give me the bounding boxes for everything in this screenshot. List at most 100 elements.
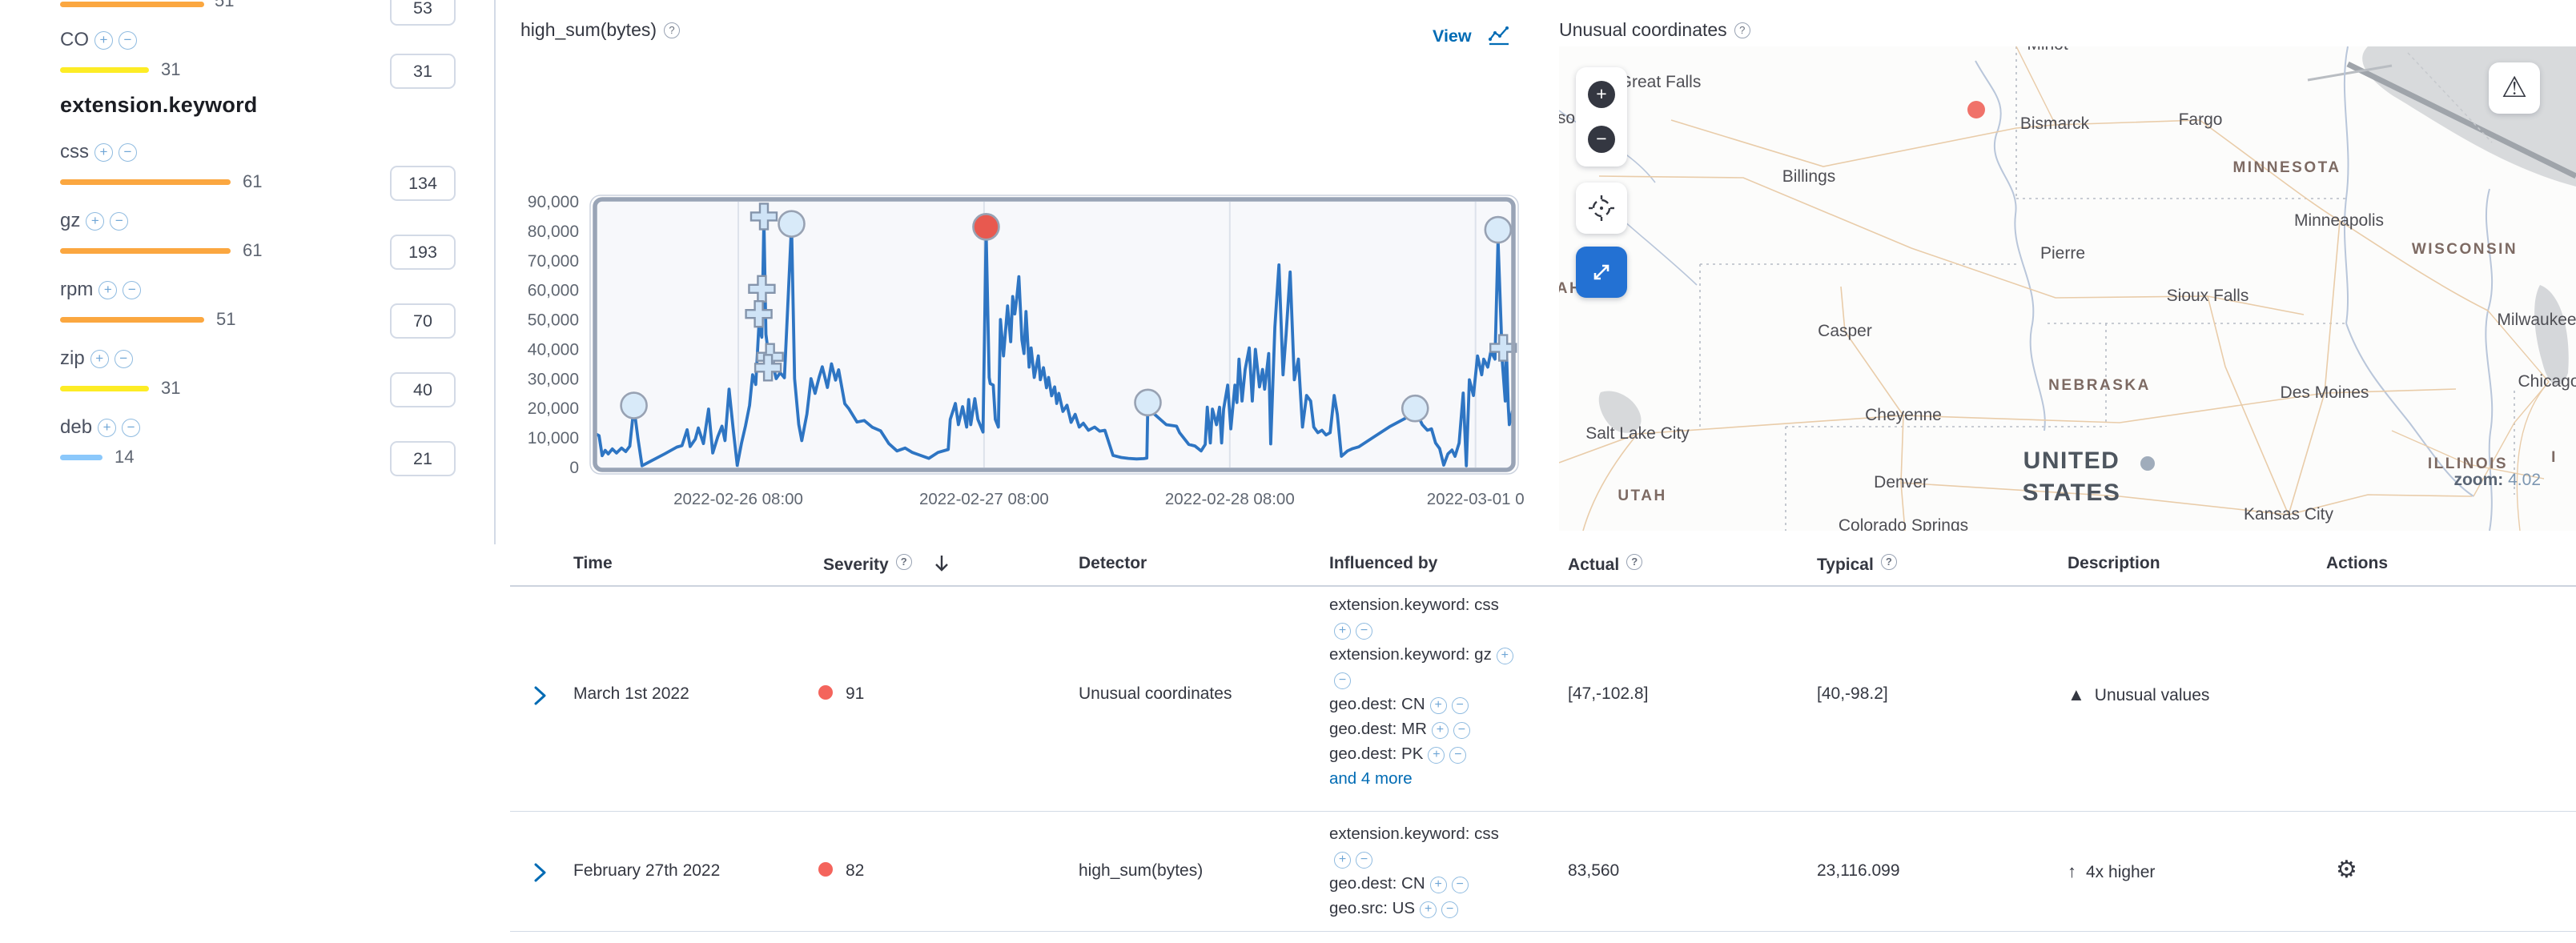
map-state-label: I xyxy=(2551,449,2558,467)
map-warning-button[interactable]: ⚠ xyxy=(2489,62,2540,114)
col-header-typical[interactable]: Typical? xyxy=(1817,554,1897,575)
anomaly-marker-critical[interactable] xyxy=(973,214,999,239)
filter-remove-icon[interactable]: − xyxy=(1356,852,1372,869)
col-header-description: Description xyxy=(2068,554,2160,573)
map-expand-button[interactable] xyxy=(1576,247,1627,298)
influencer-bar xyxy=(60,386,149,391)
map-zoom-in-button[interactable]: + xyxy=(1588,81,1615,108)
map-city-label: Cheyenne xyxy=(1865,406,1942,425)
filter-add-icon[interactable]: + xyxy=(94,143,113,162)
table-row[interactable]: February 27th 2022 82 high_sum(bytes) ex… xyxy=(494,812,2576,932)
help-icon[interactable]: ? xyxy=(896,554,912,570)
col-header-actual[interactable]: Actual? xyxy=(1568,554,1642,575)
map-locate-button[interactable] xyxy=(1576,183,1627,234)
anomaly-marker-warning[interactable] xyxy=(779,211,805,237)
row-actions-gear-icon[interactable]: ⚙ xyxy=(2336,858,2357,882)
filter-remove-icon[interactable]: − xyxy=(1334,672,1351,689)
col-header-severity[interactable]: Severity? xyxy=(823,554,912,575)
influencer-entry: extension.keyword: css+− xyxy=(1329,592,1539,642)
influencer-group-header: extension.keyword xyxy=(60,93,257,118)
filter-add-icon[interactable]: + xyxy=(94,31,113,50)
map-city-label: Kansas City xyxy=(2244,505,2333,524)
cell-actual: [47,-102.8] xyxy=(1568,684,1648,704)
filter-remove-icon[interactable]: − xyxy=(1441,901,1458,918)
influencer-count-badge: 31 xyxy=(390,54,456,89)
x-axis-tick-label: 2022-02-26 08:00 xyxy=(673,490,803,508)
map-location-dot[interactable] xyxy=(2140,456,2155,471)
filter-add-icon[interactable]: + xyxy=(86,212,104,231)
anomaly-location-dot[interactable] xyxy=(1967,101,1985,118)
filter-add-icon[interactable]: + xyxy=(1334,852,1351,869)
line-chart-icon[interactable] xyxy=(1487,24,1511,48)
influencer-value: 51 xyxy=(216,309,235,330)
filter-remove-icon[interactable]: − xyxy=(123,281,141,299)
influencer-text: geo.src: US xyxy=(1329,899,1415,917)
influencer-bar xyxy=(60,455,102,460)
filter-add-icon[interactable]: + xyxy=(1430,697,1447,714)
influencer-text: geo.dest: CN xyxy=(1329,695,1425,713)
influencer-bar xyxy=(60,179,231,185)
map-city-label: Fargo xyxy=(2179,110,2223,130)
anomaly-marker-warning[interactable] xyxy=(1485,217,1511,243)
filter-remove-icon[interactable]: − xyxy=(110,212,128,231)
help-icon[interactable]: ? xyxy=(664,22,680,38)
influencer-bar xyxy=(60,2,204,7)
influencer-value: 14 xyxy=(115,447,134,467)
filter-add-icon[interactable]: + xyxy=(98,419,116,437)
influencers-more-link[interactable]: and 4 more xyxy=(1329,766,1539,791)
map-zoom-controls: + − xyxy=(1576,67,1627,167)
expand-row-chevron[interactable] xyxy=(531,862,549,883)
map-city-label: Billings xyxy=(1782,167,1836,187)
filter-remove-icon[interactable]: − xyxy=(119,31,137,50)
map-state-label: UTAH xyxy=(1618,488,1666,505)
influencer-row-css: css+− xyxy=(60,141,137,163)
filter-add-icon[interactable]: + xyxy=(1428,747,1445,764)
help-icon[interactable]: ? xyxy=(1881,554,1897,570)
filter-add-icon[interactable]: + xyxy=(90,350,109,368)
warning-icon: ▲ xyxy=(2068,684,2085,704)
map-country-label: UNITED STATES xyxy=(2023,445,2121,509)
anomaly-marker-warning[interactable] xyxy=(621,393,647,419)
expand-arrows-icon xyxy=(1589,259,1614,285)
filter-add-icon[interactable]: + xyxy=(1420,901,1437,918)
influencer-text: geo.dest: CN xyxy=(1329,874,1425,893)
filter-add-icon[interactable]: + xyxy=(1430,877,1447,893)
map-zoom-out-button[interactable]: − xyxy=(1588,126,1615,153)
expand-row-chevron[interactable] xyxy=(531,685,549,706)
map-labels-layer: MinotGreat FallssoBismarckFargoBillingsM… xyxy=(1559,46,2576,531)
influencer-text: geo.dest: MR xyxy=(1329,720,1427,738)
filter-remove-icon[interactable]: − xyxy=(119,143,137,162)
influencer-label: zip xyxy=(60,347,85,369)
filter-add-icon[interactable]: + xyxy=(1432,722,1449,739)
filter-remove-icon[interactable]: − xyxy=(1452,877,1469,893)
filter-add-icon[interactable]: + xyxy=(1334,623,1351,640)
col-header-time[interactable]: Time xyxy=(573,554,613,573)
table-row[interactable]: March 1st 2022 91 Unusual coordinates ex… xyxy=(494,585,2576,812)
filter-remove-icon[interactable]: − xyxy=(122,419,140,437)
help-icon[interactable]: ? xyxy=(1734,22,1750,38)
view-chart-link[interactable]: View xyxy=(1433,26,1472,46)
map-city-label: Pierre xyxy=(2040,244,2085,263)
influencer-label: CO xyxy=(60,29,89,50)
anomaly-marker-warning[interactable] xyxy=(1135,390,1161,415)
filter-add-icon[interactable]: + xyxy=(1497,648,1513,664)
influencer-count-badge: 70 xyxy=(390,303,456,339)
anomaly-timeseries-chart[interactable]: 010,00020,00030,00040,00050,00060,00070,… xyxy=(494,184,1559,520)
filter-remove-icon[interactable]: − xyxy=(1356,623,1372,640)
sort-desc-icon[interactable] xyxy=(930,552,953,575)
filter-remove-icon[interactable]: − xyxy=(1453,722,1470,739)
map-zoom-level: zoom: 4.02 xyxy=(2453,471,2541,490)
influencer-entry: geo.dest: MR +− xyxy=(1329,716,1539,741)
help-icon[interactable]: ? xyxy=(1626,554,1642,570)
filter-remove-icon[interactable]: − xyxy=(115,350,133,368)
map-city-label: Colorado Springs xyxy=(1839,516,1968,531)
map-city-label: so xyxy=(1559,109,1575,128)
influencer-count-badge: 40 xyxy=(390,372,456,407)
filter-remove-icon[interactable]: − xyxy=(1452,697,1469,714)
unusual-coordinates-map[interactable]: MinotGreat FallssoBismarckFargoBillingsM… xyxy=(1559,46,2576,531)
col-header-detector[interactable]: Detector xyxy=(1079,554,1147,573)
anomaly-marker-warning[interactable] xyxy=(1402,395,1428,421)
filter-remove-icon[interactable]: − xyxy=(1449,747,1466,764)
filter-add-icon[interactable]: + xyxy=(98,281,117,299)
y-axis-tick-label: 60,000 xyxy=(528,282,579,300)
